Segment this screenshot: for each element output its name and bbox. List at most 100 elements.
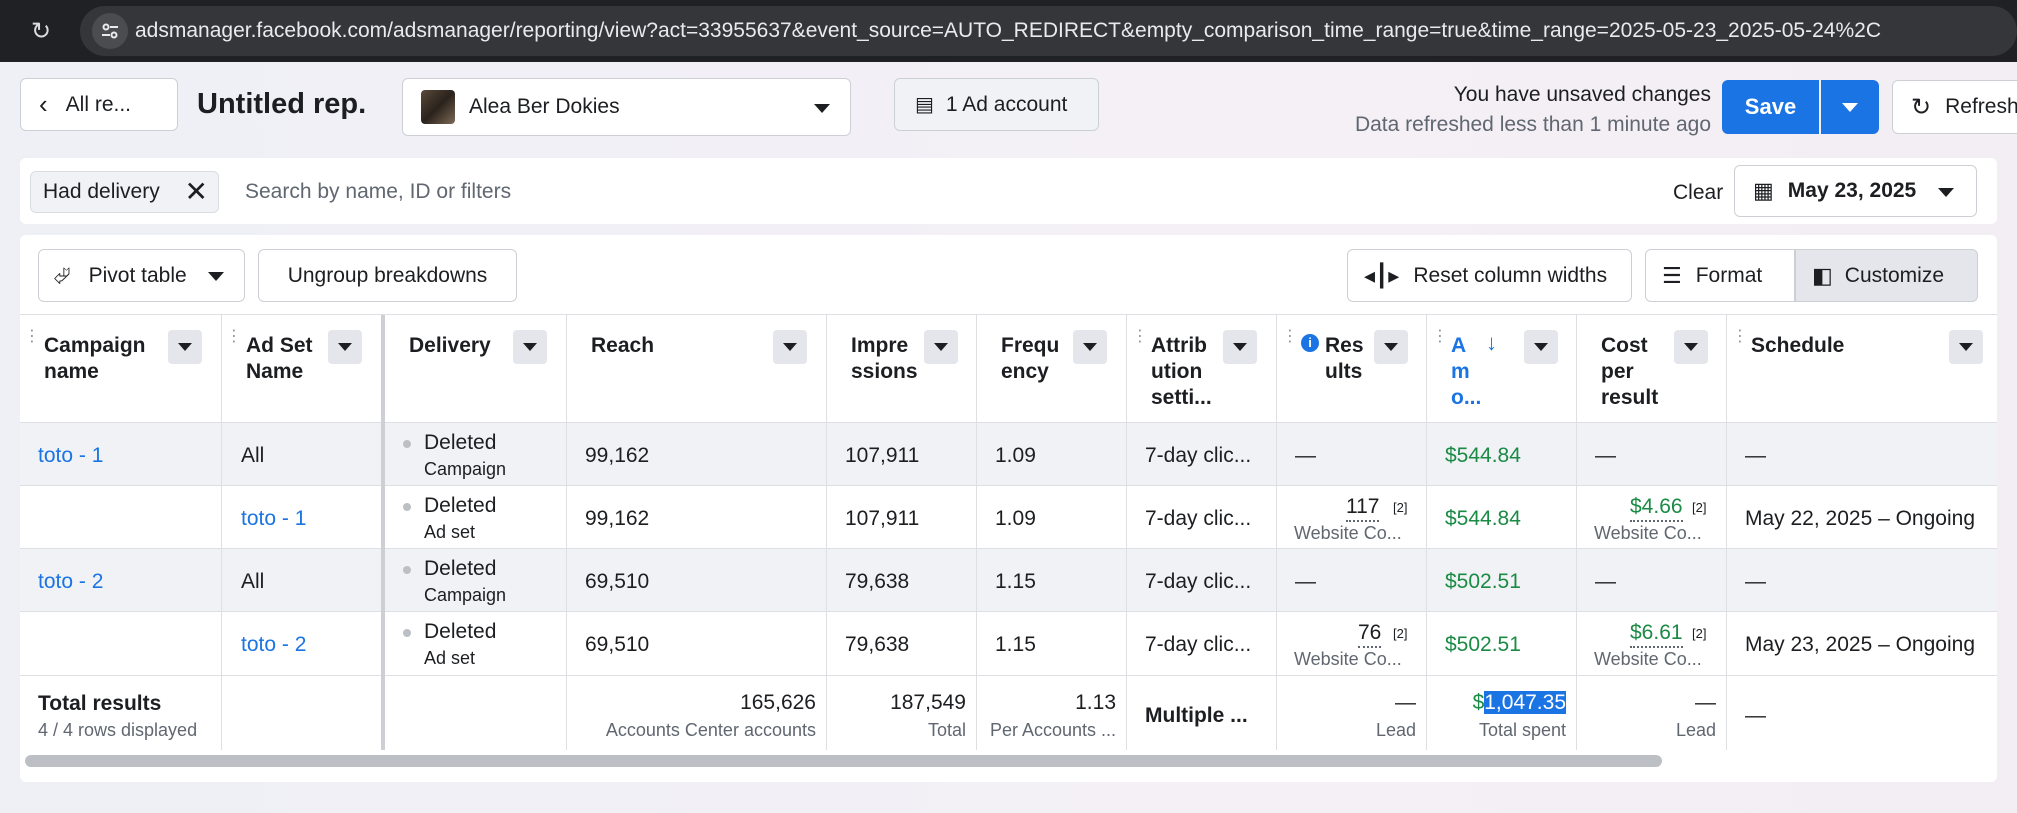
header-attribution-setting[interactable]: Attrib ution setti...: [1151, 333, 1212, 411]
column-menu-results[interactable]: [1374, 330, 1408, 364]
ad-set-name-link[interactable]: toto - 2: [241, 632, 306, 658]
total-schedule: —: [1745, 704, 1766, 727]
reset-column-widths-button[interactable]: ◂┃▸ Reset column widths: [1347, 249, 1632, 302]
schedule-value: May 22, 2025 – Ongoing: [1745, 507, 1975, 530]
column-menu-reach[interactable]: [773, 330, 807, 364]
header-reach[interactable]: Reach: [591, 333, 654, 359]
save-button[interactable]: Save: [1722, 80, 1819, 134]
url-text[interactable]: adsmanager.facebook.com/adsmanager/repor…: [135, 13, 1881, 49]
sort-descending-icon[interactable]: ↓: [1486, 330, 1497, 356]
refresh-button[interactable]: ↻ Refresh: [1892, 80, 2017, 134]
column-drag-handle[interactable]: ⋮: [24, 329, 40, 345]
total-results-label: Total results: [38, 692, 162, 715]
column-menu-impressions[interactable]: [924, 330, 958, 364]
impressions-value: 79,638: [845, 570, 910, 593]
campaign-name-link[interactable]: toto - 1: [38, 443, 103, 469]
date-range-picker[interactable]: ▦ May 23, 2025: [1734, 165, 1977, 217]
clear-filters-button[interactable]: Clear: [1673, 179, 1723, 207]
back-label: All re...: [65, 92, 132, 116]
column-menu-ad-set[interactable]: [328, 330, 362, 364]
ad-account-button[interactable]: ▤ 1 Ad account: [894, 78, 1099, 131]
amount-spent-value: $502.51: [1445, 570, 1521, 593]
total-impressions: 187,549: [890, 691, 966, 714]
amount-spent-value: $544.84: [1445, 444, 1521, 467]
chevron-down-icon: [783, 343, 797, 351]
horizontal-scrollbar[interactable]: [25, 755, 1662, 767]
header-line: Impre: [851, 334, 909, 357]
report-title[interactable]: Untitled rep.: [197, 84, 366, 124]
filter-chip-had-delivery[interactable]: Had delivery ✕: [30, 171, 219, 213]
account-selector[interactable]: Alea Ber Dokies: [402, 78, 851, 136]
pivot-table-dropdown[interactable]: ⮰ Pivot table: [38, 249, 245, 302]
header-cost-per-result[interactable]: Cost per result: [1601, 333, 1658, 411]
pivot-table-icon: ⮰: [53, 262, 71, 288]
header-ad-set-name[interactable]: Ad Set Name: [246, 333, 313, 385]
chevron-down-icon: [1534, 343, 1548, 351]
total-amount-spent[interactable]: $1,047.35: [1430, 690, 1566, 716]
column-menu-delivery[interactable]: [513, 330, 547, 364]
header-line: A: [1451, 334, 1467, 357]
column-drag-handle[interactable]: ⋮: [1282, 329, 1298, 345]
column-drag-handle[interactable]: ⋮: [1432, 329, 1448, 345]
column-menu-attribution[interactable]: [1223, 330, 1257, 364]
header-line: Res: [1325, 334, 1364, 357]
ad-set-name-link[interactable]: toto - 1: [241, 506, 306, 532]
header-line: ults: [1325, 360, 1363, 383]
chevron-down-icon: [1083, 343, 1097, 351]
results-value[interactable]: 117: [1346, 494, 1380, 522]
column-menu-schedule[interactable]: [1949, 330, 1983, 364]
site-settings-icon[interactable]: [92, 13, 128, 49]
grid-line: [20, 314, 1997, 315]
back-to-reports-button[interactable]: ‹ All re...: [20, 78, 178, 131]
frequency-value: 1.15: [995, 570, 1036, 593]
info-icon[interactable]: i: [1301, 334, 1319, 352]
ungroup-breakdowns-button[interactable]: Ungroup breakdowns: [258, 249, 517, 302]
customize-button[interactable]: ◧ Customize: [1795, 249, 1978, 302]
schedule-value: —: [1745, 570, 1766, 593]
header-impressions[interactable]: Impre ssions: [851, 333, 918, 385]
frequency-value: 1.09: [995, 444, 1036, 467]
date-label: May 23, 2025: [1787, 179, 1917, 202]
close-icon[interactable]: ✕: [185, 177, 208, 207]
cost-per-result-value: —: [1595, 570, 1616, 593]
status-dot: [403, 440, 411, 448]
save-options-dropdown[interactable]: [1821, 80, 1879, 134]
column-menu-amount-spent[interactable]: [1524, 330, 1558, 364]
chevron-down-icon: [1384, 343, 1398, 351]
column-menu-campaign[interactable]: [168, 330, 202, 364]
header-delivery[interactable]: Delivery: [409, 333, 491, 359]
header-amount-spent[interactable]: A m o...: [1451, 333, 1481, 411]
column-drag-handle[interactable]: ⋮: [226, 329, 242, 345]
column-drag-handle[interactable]: ⋮: [1732, 329, 1748, 345]
chevron-left-icon: ‹: [39, 89, 48, 119]
header-results[interactable]: Res ults: [1325, 333, 1364, 385]
grid-line: [1426, 315, 1427, 750]
column-menu-frequency[interactable]: [1073, 330, 1107, 364]
account-name: Alea Ber Dokies: [469, 95, 620, 118]
total-results: —: [1395, 691, 1416, 714]
grid-line: [976, 315, 977, 750]
reload-icon[interactable]: ↻: [22, 12, 60, 50]
header-line: name: [44, 360, 99, 383]
cost-type: Website Co...: [1594, 649, 1702, 669]
results-value[interactable]: 76: [1358, 620, 1382, 648]
header-line: Frequ: [1001, 334, 1060, 357]
column-drag-handle[interactable]: ⋮: [1132, 329, 1148, 345]
reach-value: 99,162: [585, 444, 650, 467]
total-cost-per-result: —: [1695, 691, 1716, 714]
header-schedule[interactable]: Schedule: [1751, 333, 1844, 359]
frozen-column-divider[interactable]: [381, 315, 385, 750]
total-frequency-unit: Per Accounts ...: [989, 720, 1116, 740]
header-campaign-name[interactable]: Campaign name: [44, 333, 146, 385]
cost-per-result-value[interactable]: $6.61: [1630, 620, 1683, 648]
format-button[interactable]: ☰ Format: [1645, 249, 1795, 302]
ad-set-name: All: [241, 570, 265, 593]
campaign-name-link[interactable]: toto - 2: [38, 569, 103, 595]
search-input[interactable]: Search by name, ID or filters: [245, 178, 511, 206]
cost-per-result-value[interactable]: $4.66: [1630, 494, 1683, 522]
customize-panel-icon: ◧: [1812, 262, 1833, 288]
header-line: Cost: [1601, 334, 1648, 357]
header-line: result: [1601, 386, 1659, 409]
column-menu-cost-per-result[interactable]: [1674, 330, 1708, 364]
header-frequency[interactable]: Frequ ency: [1001, 333, 1059, 385]
